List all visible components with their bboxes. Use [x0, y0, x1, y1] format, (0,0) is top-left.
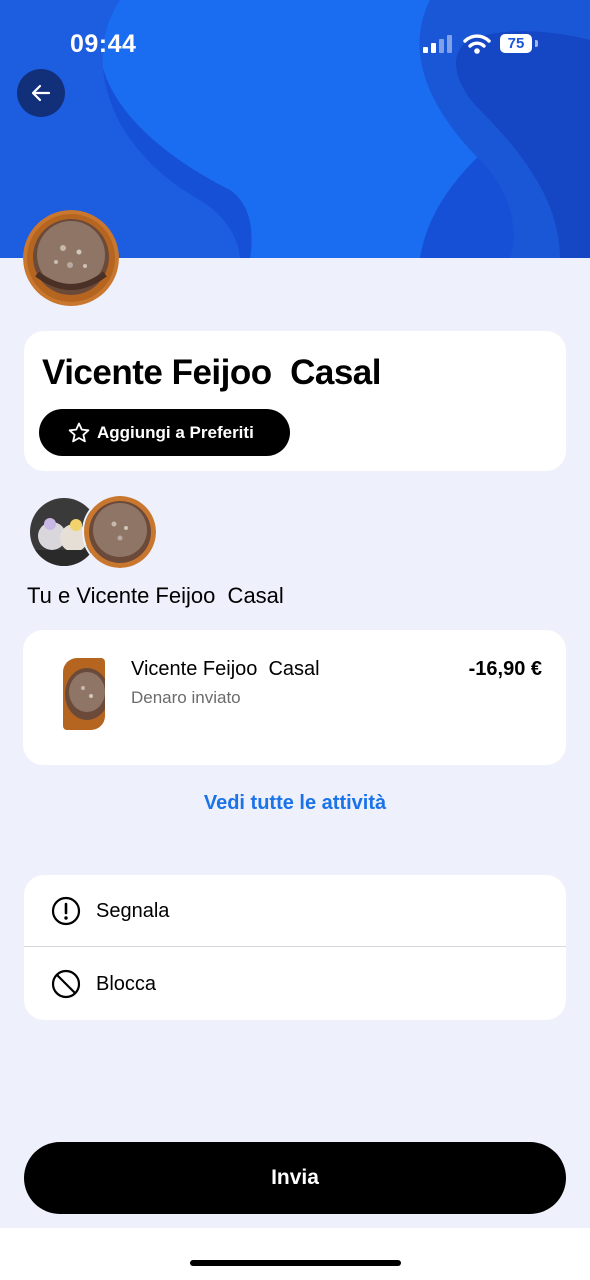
alert-circle-icon — [51, 896, 81, 926]
status-bar: 09:44 75 — [0, 0, 590, 90]
star-icon — [68, 422, 90, 442]
menu-divider — [24, 946, 566, 947]
home-indicator[interactable] — [190, 1260, 401, 1266]
add-to-favorites-label: Aggiungi a Preferiti — [97, 422, 254, 442]
arrow-left-icon — [31, 84, 51, 102]
contact-name: Vicente Feijoo Casal — [42, 353, 382, 392]
report-button[interactable]: Segnala — [24, 875, 566, 947]
contact-avatar-small — [82, 494, 158, 570]
cellular-signal-icon — [423, 35, 452, 53]
block-button[interactable]: Blocca — [24, 948, 566, 1020]
profile-card: Vicente Feijoo Casal Aggiungi a Preferit… — [24, 331, 566, 471]
transaction-name: Vicente Feijoo Casal — [131, 658, 320, 680]
see-all-activity-link[interactable]: Vedi tutte le attività — [0, 792, 590, 815]
actions-menu: Segnala Blocca — [24, 875, 566, 1020]
wifi-icon — [463, 34, 491, 54]
status-time: 09:44 — [70, 30, 137, 58]
block-label: Blocca — [96, 972, 157, 995]
battery-tip — [535, 40, 538, 47]
transaction-type: Denaro inviato — [131, 688, 241, 707]
block-icon — [51, 969, 81, 999]
battery-indicator: 75 — [500, 34, 532, 53]
shared-activity-label: Tu e Vicente Feijoo Casal — [27, 583, 284, 608]
add-to-favorites-button[interactable]: Aggiungi a Preferiti — [39, 409, 290, 456]
contact-avatar — [23, 210, 119, 306]
transaction-thumbnail — [63, 658, 105, 730]
send-button[interactable]: Invia — [24, 1142, 566, 1214]
report-label: Segnala — [96, 899, 170, 922]
bottom-safe-area — [0, 1228, 590, 1280]
back-button[interactable] — [17, 69, 65, 117]
transaction-item[interactable]: Vicente Feijoo Casal Denaro inviato -16,… — [23, 630, 566, 765]
transaction-amount: -16,90 € — [468, 658, 542, 680]
